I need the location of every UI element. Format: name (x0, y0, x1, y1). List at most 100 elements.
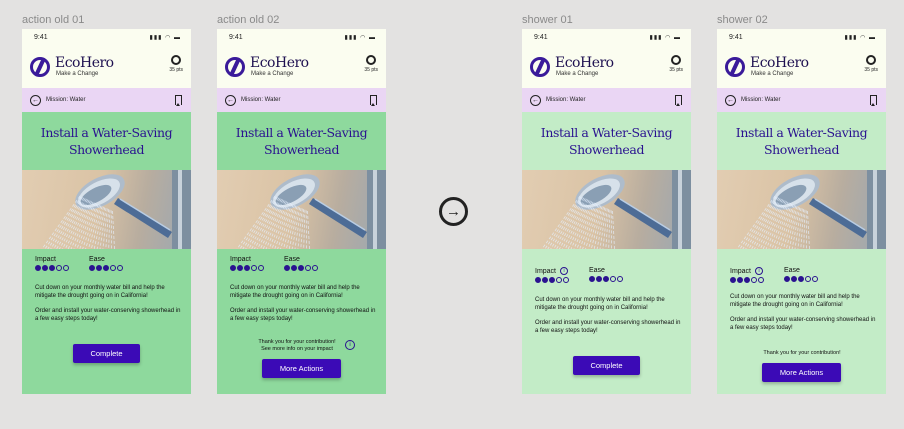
showerhead-image (522, 170, 691, 249)
status-bar: 9:41 ▮▮▮ ◠ ▬ (217, 29, 386, 45)
rating-dot (737, 277, 743, 283)
points-value: 35 pts (169, 67, 183, 73)
status-bar: 9:41 ▮▮▮ ◠ ▬ (717, 29, 886, 45)
user-icon[interactable] (366, 55, 377, 65)
metrics: Impact i Ease (535, 267, 623, 283)
bookmark-icon[interactable] (870, 95, 877, 106)
ecohero-logo-icon (225, 56, 245, 77)
profile-points[interactable]: 35 pts (669, 55, 683, 73)
rating-dot (791, 276, 797, 282)
user-icon[interactable] (171, 55, 182, 65)
impact-info-icon[interactable]: i (755, 267, 764, 275)
rating-dot (49, 265, 55, 271)
status-time: 9:41 (34, 33, 48, 41)
rating-dot (596, 276, 602, 282)
rating-dot (56, 265, 62, 271)
brand-tagline: Make a Change (751, 71, 794, 77)
title-line: Showerhead (568, 142, 645, 157)
brand-name: EcoHero (750, 55, 809, 71)
rating-dot (744, 277, 750, 283)
signal-wifi-battery-icon: ▮▮▮ ◠ ▬ (344, 34, 376, 41)
app-header: EcoHero Make a Change 35 pts (522, 45, 691, 88)
complete-button[interactable]: Complete (73, 344, 140, 363)
profile-points[interactable]: 35 pts (864, 55, 878, 73)
title-line: Showerhead (263, 142, 340, 157)
back-arrow-icon[interactable]: ← (225, 94, 236, 106)
rating-dot (563, 277, 569, 283)
info-icon[interactable]: i (345, 340, 355, 350)
title-line: Install a Water-Saving (235, 125, 368, 140)
app-header: EcoHero Make a Change 35 pts (22, 45, 191, 88)
ecohero-logo-icon (725, 56, 745, 77)
rating-dot (610, 276, 616, 282)
user-icon[interactable] (671, 55, 682, 65)
thanks-message: Thank you for your contribution! See mor… (241, 339, 353, 353)
more-actions-button[interactable]: More Actions (262, 359, 341, 378)
impact-info-icon[interactable]: i (560, 267, 569, 275)
impact-info-link[interactable]: See more info on your impact (241, 346, 353, 353)
status-time: 9:41 (534, 33, 548, 41)
rating-dot (784, 276, 790, 282)
back-arrow-icon[interactable]: ← (30, 94, 41, 106)
description: Cut down on your monthly water bill and … (535, 297, 683, 335)
rating-dot (298, 265, 304, 271)
impact-rating (730, 277, 764, 283)
rating-dot (96, 265, 102, 271)
app-header: EcoHero Make a Change 35 pts (717, 45, 886, 88)
ease-rating (89, 265, 123, 271)
rating-dot (535, 277, 541, 283)
ease-rating (589, 276, 623, 282)
showerhead-image (22, 170, 191, 249)
description: Cut down on your monthly water bill and … (230, 285, 378, 323)
status-bar: 9:41 ▮▮▮ ◠ ▬ (22, 29, 191, 45)
impact-rating (35, 265, 69, 271)
thanks-message: Thank you for your contribution! (737, 350, 867, 357)
ease-label: Ease (589, 267, 605, 274)
description-text: Cut down on your monthly water bill and … (535, 297, 665, 311)
app-header: EcoHero Make a Change 35 pts (217, 45, 386, 88)
back-arrow-icon[interactable]: ← (725, 94, 736, 106)
status-time: 9:41 (229, 33, 243, 41)
rating-dot (812, 276, 818, 282)
rating-dot (89, 265, 95, 271)
status-bar: 9:41 ▮▮▮ ◠ ▬ (522, 29, 691, 45)
brand-tagline: Make a Change (56, 71, 99, 77)
complete-button[interactable]: Complete (573, 356, 640, 375)
rating-dot (103, 265, 109, 271)
description-text: Order and install your water-conserving … (230, 308, 376, 322)
description-text: Order and install your water-conserving … (730, 317, 876, 331)
mission-bar: ← Mission: Water (217, 88, 386, 112)
phone-frame-shower-02: 9:41 ▮▮▮ ◠ ▬ EcoHero Make a Change 35 pt… (717, 29, 886, 394)
profile-points[interactable]: 35 pts (364, 55, 378, 73)
description-text: Order and install your water-conserving … (535, 320, 681, 334)
profile-points[interactable]: 35 pts (169, 55, 183, 73)
mission-label: Mission: Water (546, 97, 586, 103)
signal-wifi-battery-icon: ▮▮▮ ◠ ▬ (149, 34, 181, 41)
bookmark-icon[interactable] (370, 95, 377, 106)
title-line: Install a Water-Saving (735, 125, 868, 140)
title-line: Showerhead (763, 142, 840, 157)
action-title: Install a Water-Saving Showerhead (217, 112, 386, 158)
rating-dot (751, 277, 757, 283)
rating-dot (244, 265, 250, 271)
mission-label: Mission: Water (241, 97, 281, 103)
back-arrow-icon[interactable]: ← (530, 94, 541, 106)
mission-bar: ← Mission: Water (22, 88, 191, 112)
description-text: Cut down on your monthly water bill and … (730, 294, 860, 308)
brand-name: EcoHero (55, 55, 114, 71)
rating-dot (556, 277, 562, 283)
mission-label: Mission: Water (741, 97, 781, 103)
bookmark-icon[interactable] (175, 95, 182, 106)
impact-rating (230, 265, 264, 271)
description: Cut down on your monthly water bill and … (730, 294, 878, 332)
more-actions-button[interactable]: More Actions (762, 363, 841, 382)
brand-tagline: Make a Change (556, 71, 599, 77)
bookmark-icon[interactable] (675, 95, 682, 106)
mission-bar: ← Mission: Water (717, 88, 886, 112)
signal-wifi-battery-icon: ▮▮▮ ◠ ▬ (649, 34, 681, 41)
user-icon[interactable] (866, 55, 877, 65)
rating-dot (117, 265, 123, 271)
rating-dot (63, 265, 69, 271)
rating-dot (230, 265, 236, 271)
rating-dot (758, 277, 764, 283)
